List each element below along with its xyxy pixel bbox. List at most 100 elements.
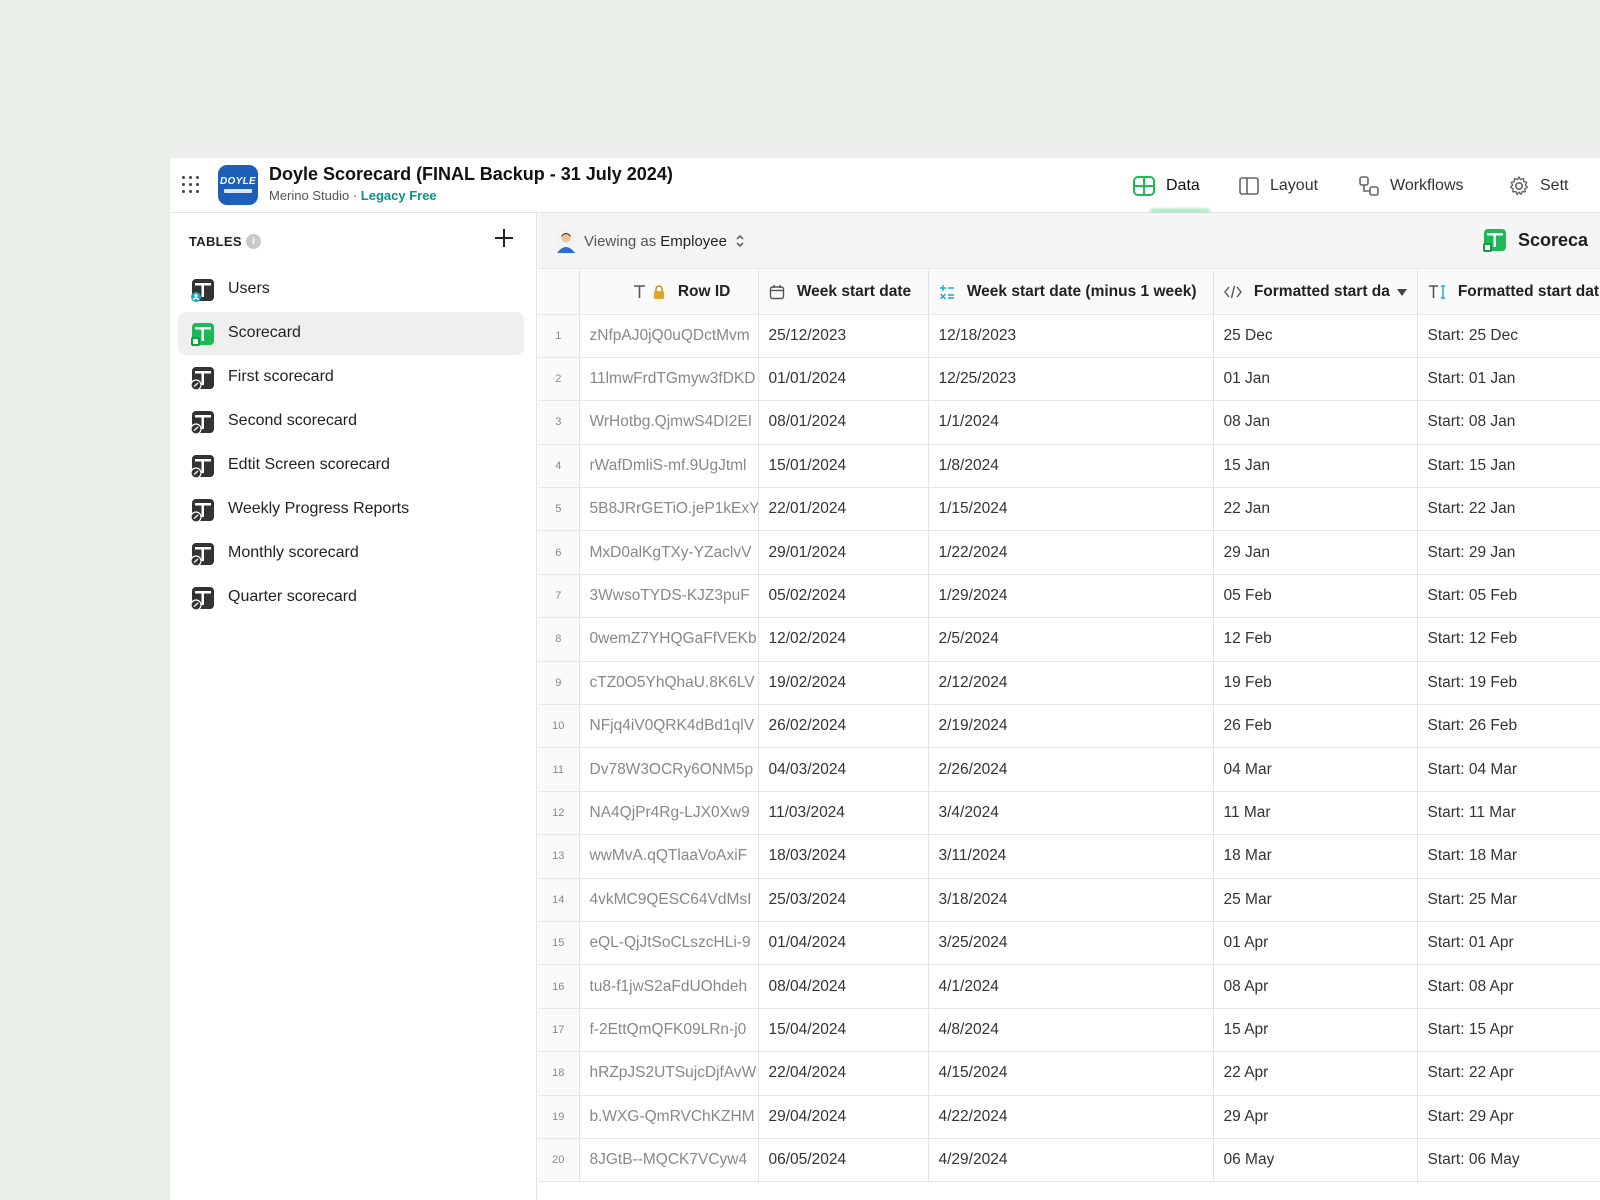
cell-row-id[interactable]: hRZpJS2UTSujcDjfAvW [579,1051,759,1096]
cell-formatted-start-date[interactable]: 05 Feb [1213,574,1418,619]
cell-week-start-date[interactable]: 08/04/2024 [758,964,929,1009]
sidebar-item-monthly-scorecard[interactable]: Monthly scorecard [178,532,524,575]
cell-formatted-start-date[interactable]: 12 Feb [1213,617,1418,662]
table-row[interactable]: 8 0wemZ7YHQGaFfVEKb 12/02/2024 2/5/2024 12 F… [538,617,1600,662]
cell-formatted-start-date[interactable]: 01 Jan [1213,357,1418,402]
cell-formatted-start-date[interactable]: 19 Feb [1213,661,1418,706]
table-row[interactable]: 15 eQL-QjJtSoCLszcHLi-9 01/04/2024 3/25/202… [538,921,1600,966]
sidebar-item-users[interactable]: Users [178,268,524,311]
cell-row-id[interactable]: 11lmwFrdTGmyw3fDKD [579,357,759,402]
cell-formatted-start-date-text[interactable]: Start: 05 Feb [1417,574,1600,619]
table-row[interactable]: 13 wwMvA.qQTlaaVoAxiF 18/03/2024 3/11/2024 1… [538,834,1600,879]
cell-week-start-minus-1-week[interactable]: 12/25/2023 [928,357,1214,402]
table-row[interactable]: 7 3WwsoTYDS-KJZ3puF 05/02/2024 1/29/2024 05 … [538,574,1600,619]
cell-week-start-date[interactable]: 08/01/2024 [758,400,929,445]
cell-week-start-minus-1-week[interactable]: 4/29/2024 [928,1138,1214,1183]
cell-formatted-start-date[interactable]: 08 Apr [1213,964,1418,1009]
column-header-formatted-start-date-text[interactable]: Formatted start dat [1417,270,1600,315]
table-row[interactable]: 16 tu8-f1jwS2aFdUOhdeh 08/04/2024 4/1/2024 0… [538,964,1600,1009]
cell-week-start-minus-1-week[interactable]: 1/29/2024 [928,574,1214,619]
cell-week-start-minus-1-week[interactable]: 3/11/2024 [928,834,1214,879]
cell-week-start-date[interactable]: 12/02/2024 [758,617,929,662]
cell-formatted-start-date[interactable]: 11 Mar [1213,791,1418,836]
cell-formatted-start-date-text[interactable]: Start: 18 Mar [1417,834,1600,879]
app-logo[interactable]: DOYLE [218,165,258,205]
cell-formatted-start-date-text[interactable]: Start: 04 Mar [1417,747,1600,792]
cell-week-start-minus-1-week[interactable]: 1/8/2024 [928,444,1214,489]
sidebar-item-edit-screen-scorecard[interactable]: Edtit Screen scorecard [178,444,524,487]
cell-week-start-minus-1-week[interactable]: 2/5/2024 [928,617,1214,662]
tab-settings[interactable]: Sett [1508,172,1568,200]
table-row[interactable]: 1 zNfpAJ0jQ0uQDctMvm 25/12/2023 12/18/2023 2… [538,314,1600,358]
cell-week-start-date[interactable]: 18/03/2024 [758,834,929,879]
table-row[interactable]: 20 8JGtB--MQCK7VCyw4 06/05/2024 4/29/2024 06… [538,1138,1600,1183]
table-row[interactable]: 17 f-2EttQmQFK09LRn-j0 15/04/2024 4/8/2024 1… [538,1008,1600,1053]
table-row[interactable]: 3 WrHotbg.QjmwS4DI2EI 08/01/2024 1/1/2024 08… [538,400,1600,445]
cell-week-start-date[interactable]: 29/01/2024 [758,530,929,575]
cell-week-start-date[interactable]: 05/02/2024 [758,574,929,619]
cell-formatted-start-date[interactable]: 25 Dec [1213,314,1418,358]
cell-formatted-start-date-text[interactable]: Start: 15 Apr [1417,1008,1600,1053]
cell-week-start-date[interactable]: 06/05/2024 [758,1138,929,1183]
cell-formatted-start-date-text[interactable]: Start: 29 Jan [1417,530,1600,575]
cell-formatted-start-date[interactable]: 25 Mar [1213,878,1418,922]
cell-formatted-start-date-text[interactable]: Start: 29 Apr [1417,1095,1600,1139]
cell-formatted-start-date-text[interactable]: Start: 12 Feb [1417,617,1600,662]
cell-week-start-minus-1-week[interactable]: 4/8/2024 [928,1008,1214,1053]
table-row[interactable]: 18 hRZpJS2UTSujcDjfAvW 22/04/2024 4/15/2024… [538,1051,1600,1096]
table-row[interactable]: 2 11lmwFrdTGmyw3fDKD 01/01/2024 12/25/2023 0… [538,357,1600,402]
cell-formatted-start-date[interactable]: 18 Mar [1213,834,1418,879]
cell-row-id[interactable]: b.WXG-QmRVChKZHM [579,1095,759,1139]
cell-week-start-date[interactable]: 15/04/2024 [758,1008,929,1053]
table-row[interactable]: 9 cTZ0O5YhQhaU.8K6LV 19/02/2024 2/12/2024 19… [538,661,1600,706]
cell-week-start-minus-1-week[interactable]: 1/1/2024 [928,400,1214,445]
cell-formatted-start-date[interactable]: 22 Jan [1213,487,1418,532]
cell-week-start-minus-1-week[interactable]: 12/18/2023 [928,314,1214,358]
viewing-as-selector[interactable]: Viewing as Employee [554,227,747,255]
cell-week-start-date[interactable]: 22/01/2024 [758,487,929,532]
plan-badge[interactable]: Legacy Free [361,188,437,203]
cell-week-start-date[interactable]: 25/03/2024 [758,878,929,922]
cell-formatted-start-date[interactable]: 15 Apr [1213,1008,1418,1053]
cell-formatted-start-date[interactable]: 08 Jan [1213,400,1418,445]
cell-formatted-start-date[interactable]: 06 May [1213,1138,1418,1183]
table-row[interactable]: 19 b.WXG-QmRVChKZHM 29/04/2024 4/22/2024 29 … [538,1095,1600,1139]
cell-formatted-start-date-text[interactable]: Start: 01 Jan [1417,357,1600,402]
cell-row-id[interactable]: 5B8JRrGETiO.jeP1kExY [579,487,759,532]
cell-formatted-start-date-text[interactable]: Start: 26 Feb [1417,704,1600,749]
cell-formatted-start-date-text[interactable]: Start: 22 Jan [1417,487,1600,532]
cell-week-start-minus-1-week[interactable]: 1/22/2024 [928,530,1214,575]
cell-row-id[interactable]: eQL-QjJtSoCLszcHLi-9 [579,921,759,966]
sidebar-item-first-scorecard[interactable]: First scorecard [178,356,524,399]
cell-week-start-date[interactable]: 01/04/2024 [758,921,929,966]
cell-row-id[interactable]: wwMvA.qQTlaaVoAxiF [579,834,759,879]
cell-formatted-start-date-text[interactable]: Start: 19 Feb [1417,661,1600,706]
sidebar-item-scorecard[interactable]: Scorecard [178,312,524,355]
cell-week-start-minus-1-week[interactable]: 3/25/2024 [928,921,1214,966]
cell-week-start-minus-1-week[interactable]: 2/26/2024 [928,747,1214,792]
cell-row-id[interactable]: 3WwsoTYDS-KJZ3puF [579,574,759,619]
sidebar-item-second-scorecard[interactable]: Second scorecard [178,400,524,443]
cell-week-start-minus-1-week[interactable]: 2/12/2024 [928,661,1214,706]
cell-formatted-start-date-text[interactable]: Start: 06 May [1417,1138,1600,1183]
chevron-down-icon[interactable] [1396,289,1407,296]
cell-formatted-start-date[interactable]: 04 Mar [1213,747,1418,792]
app-launcher-icon[interactable] [182,176,200,194]
table-row[interactable]: 14 4vkMC9QESC64VdMsI 25/03/2024 3/18/2024 25… [538,878,1600,922]
cell-row-id[interactable]: rWafDmliS-mf.9UgJtml [579,444,759,489]
cell-week-start-date[interactable]: 01/01/2024 [758,357,929,402]
cell-week-start-minus-1-week[interactable]: 4/1/2024 [928,964,1214,1009]
tab-workflows[interactable]: Workflows [1358,172,1464,200]
sidebar-item-quarter-scorecard[interactable]: Quarter scorecard [178,576,524,619]
cell-week-start-date[interactable]: 29/04/2024 [758,1095,929,1139]
cell-row-id[interactable]: tu8-f1jwS2aFdUOhdeh [579,964,759,1009]
cell-week-start-date[interactable]: 15/01/2024 [758,444,929,489]
cell-formatted-start-date[interactable]: 22 Apr [1213,1051,1418,1096]
cell-week-start-date[interactable]: 22/04/2024 [758,1051,929,1096]
cell-formatted-start-date-text[interactable]: Start: 15 Jan [1417,444,1600,489]
cell-formatted-start-date-text[interactable]: Start: 25 Mar [1417,878,1600,922]
cell-week-start-date[interactable]: 04/03/2024 [758,747,929,792]
cell-week-start-date[interactable]: 26/02/2024 [758,704,929,749]
cell-formatted-start-date-text[interactable]: Start: 01 Apr [1417,921,1600,966]
sidebar-item-weekly-progress-reports[interactable]: Weekly Progress Reports [178,488,524,531]
